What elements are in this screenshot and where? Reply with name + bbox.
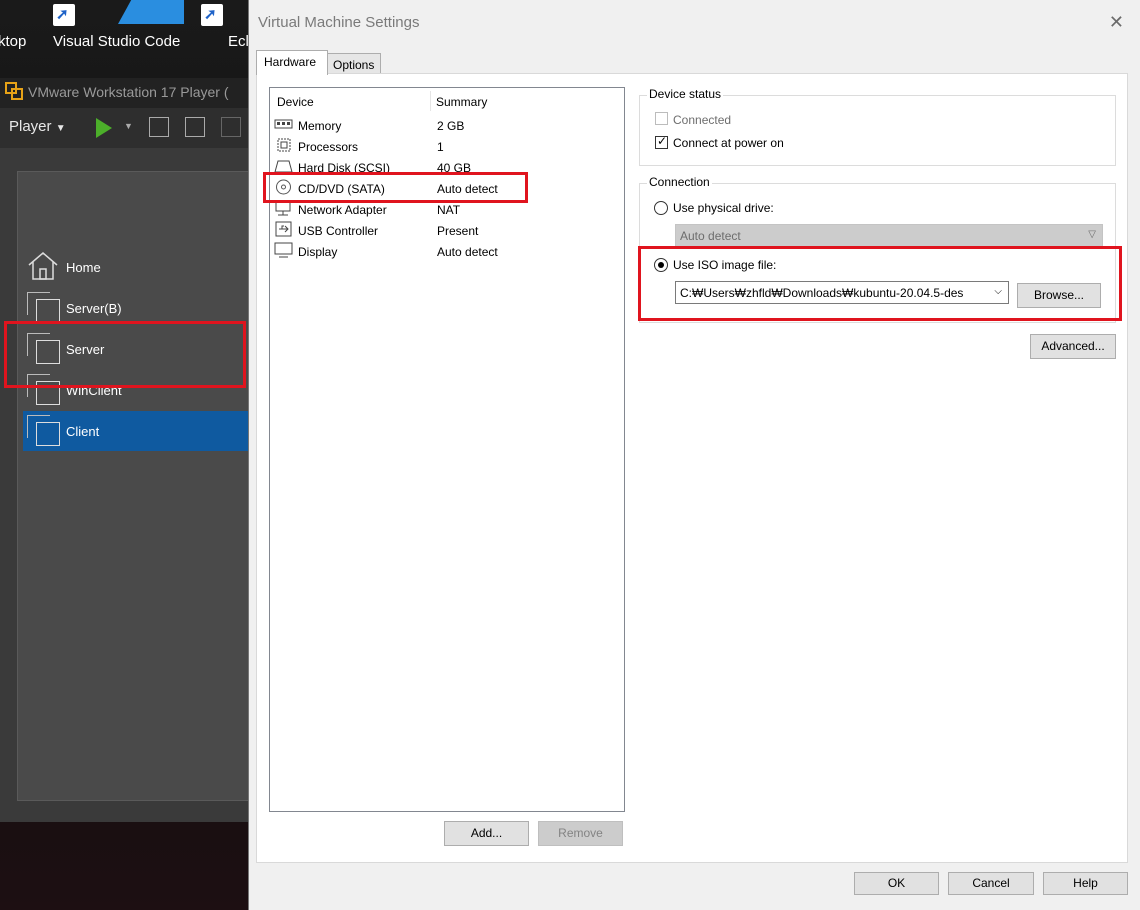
tab-hardware[interactable]: Hardware [256, 50, 328, 75]
physical-drive-value: Auto detect [680, 229, 741, 243]
remove-button[interactable]: Remove [538, 821, 623, 846]
device-row-memory[interactable]: Memory 2 GB [274, 115, 619, 136]
column-header-device[interactable]: Device [277, 95, 314, 109]
cancel-button[interactable]: Cancel [948, 872, 1034, 895]
vmware-player-window: VMware Workstation 17 Player ( Player ▼ … [0, 78, 250, 822]
vm-icon [27, 292, 60, 323]
device-name: USB Controller [298, 224, 379, 238]
tab-label: Options [333, 58, 375, 72]
help-button-label: Help [1073, 876, 1098, 890]
vmware-logo-icon [5, 82, 23, 100]
advanced-button[interactable]: Advanced... [1030, 334, 1116, 359]
device-name: Processors [298, 140, 359, 154]
advanced-button-label: Advanced... [1041, 339, 1105, 353]
checkmark-icon: ✓ [657, 134, 668, 148]
ok-button-label: OK [887, 876, 906, 890]
device-row-display[interactable]: Display Auto detect [274, 241, 619, 262]
annotation-highlight-cd-dvd [263, 172, 528, 203]
send-ctrl-alt-del-icon[interactable] [149, 117, 169, 137]
use-physical-drive-radio[interactable] [654, 201, 668, 215]
add-button[interactable]: Add... [444, 821, 529, 846]
physical-drive-select[interactable]: Auto detect ▽ [675, 224, 1103, 247]
eclipse-shortcut-icon[interactable] [201, 4, 223, 26]
device-name: Display [298, 245, 338, 259]
close-icon[interactable]: ✕ [1109, 12, 1124, 33]
annotation-highlight-client [4, 321, 246, 388]
column-divider [430, 91, 431, 111]
processor-icon [277, 138, 291, 152]
device-summary: 1 [437, 140, 444, 154]
device-status-group: Device status Connected ✓ Connect at pow… [639, 87, 1116, 166]
device-summary: Auto detect [437, 245, 498, 259]
column-header-summary[interactable]: Summary [436, 95, 487, 109]
vmware-title-bar: VMware Workstation 17 Player ( [0, 78, 250, 108]
vscode-logo-icon [118, 0, 184, 24]
remove-button-label: Remove [558, 826, 603, 840]
ok-button[interactable]: OK [854, 872, 939, 895]
player-menu-label: Player [9, 118, 52, 135]
vscode-shortcut-icon[interactable] [53, 4, 75, 26]
vmware-title: VMware Workstation 17 Player ( [28, 84, 229, 100]
vmware-toolbar: Player ▼ ▼ [0, 108, 250, 148]
connect-at-power-on-checkbox[interactable]: ✓ [655, 134, 668, 149]
add-button-label: Add... [470, 826, 503, 840]
connection-title: Connection [647, 175, 712, 189]
play-icon[interactable] [96, 118, 112, 138]
dialog-title: Virtual Machine Settings [258, 14, 420, 31]
chevron-down-icon: ▽ [1088, 229, 1096, 240]
help-button[interactable]: Help [1043, 872, 1128, 895]
device-row-usb-controller[interactable]: USB Controller Present [274, 220, 619, 241]
annotation-highlight-iso-image [638, 246, 1122, 321]
library-item-label: Client [66, 424, 100, 439]
device-summary: Present [437, 224, 479, 238]
home-icon [28, 252, 58, 280]
device-status-title: Device status [647, 87, 724, 101]
chevron-down-icon: ▼ [55, 123, 66, 134]
vm-library: Home Server(B) Server WinClient Client [17, 171, 249, 801]
cancel-button-label: Cancel [972, 876, 1010, 890]
device-summary: 2 GB [437, 119, 465, 133]
fullscreen-icon[interactable] [185, 117, 205, 137]
vm-settings-dialog: Virtual Machine Settings ✕ Hardware Opti… [248, 0, 1140, 910]
library-item-label: Home [66, 260, 101, 275]
unity-icon[interactable] [221, 117, 241, 137]
library-item-label: Server(B) [66, 301, 122, 316]
player-menu[interactable]: Player ▼ [9, 118, 66, 135]
connected-label: Connected [673, 113, 732, 127]
memory-icon [274, 119, 293, 129]
display-icon [274, 242, 293, 258]
device-name: Memory [298, 119, 342, 133]
device-row-processors[interactable]: Processors 1 [274, 136, 619, 157]
device-name: Network Adapter [298, 203, 387, 217]
library-item-home[interactable]: Home [23, 247, 248, 287]
device-summary: NAT [437, 203, 461, 217]
tab-label: Hardware [264, 55, 317, 69]
connect-at-power-on-label: Connect at power on [673, 136, 784, 150]
desktop-icon-label[interactable]: Visual Studio Code [53, 33, 180, 50]
use-physical-drive-label: Use physical drive: [673, 201, 774, 215]
connected-checkbox[interactable] [655, 112, 668, 125]
chevron-down-icon[interactable]: ▼ [124, 121, 133, 131]
usb-icon [275, 221, 292, 237]
desktop-icon-label[interactable]: Ecl [228, 33, 249, 50]
vm-icon [27, 415, 60, 446]
desktop-icon-label[interactable]: ktop [0, 33, 26, 50]
library-item-client[interactable]: Client [23, 411, 248, 451]
